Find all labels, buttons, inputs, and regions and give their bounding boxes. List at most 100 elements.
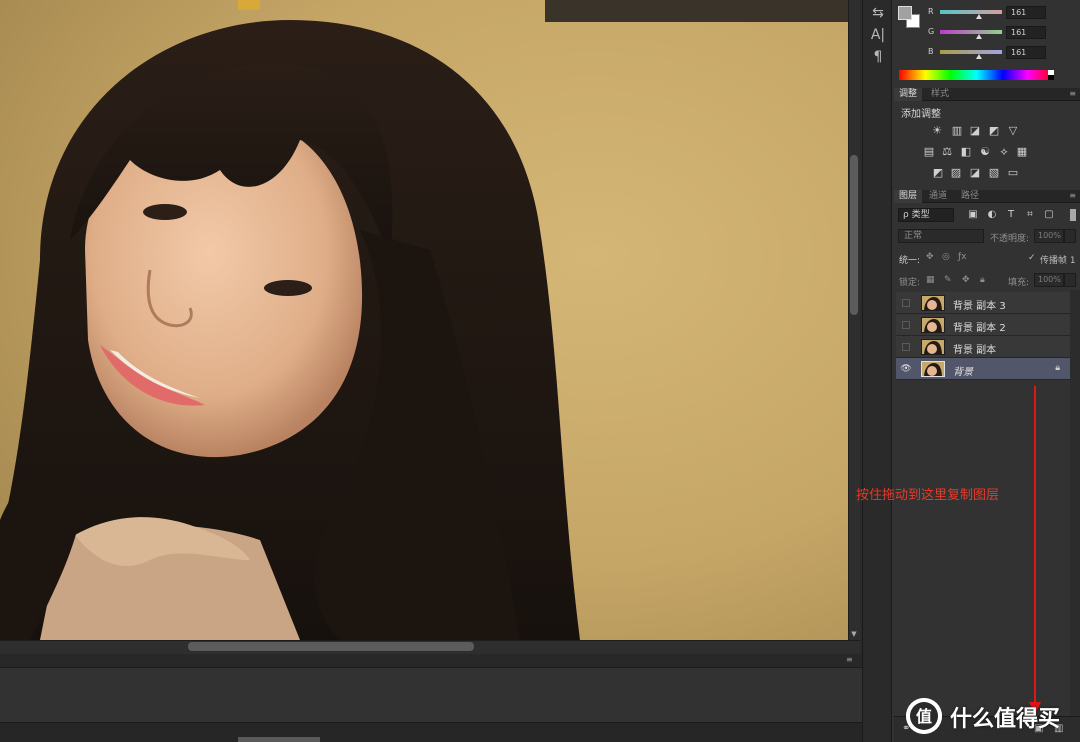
layer-thumbnail xyxy=(921,295,945,311)
tab-adjustments[interactable]: 调整 xyxy=(894,88,923,101)
visibility-toggle[interactable] xyxy=(902,299,910,307)
filter-toggle-switch[interactable] xyxy=(1070,209,1076,221)
red-value-input[interactable]: 161 xyxy=(1006,6,1046,19)
layers-scrollbar[interactable] xyxy=(1070,290,1080,720)
portrait-photo xyxy=(0,0,848,640)
layer-row[interactable]: 背景 副本 3 xyxy=(896,292,1070,314)
document-canvas[interactable] xyxy=(0,0,848,640)
fill-dropdown-icon[interactable] xyxy=(1064,273,1076,287)
channel-mixer-icon[interactable]: ⟡ xyxy=(997,145,1011,159)
adjustment-filter-icon[interactable]: ◐ xyxy=(985,208,999,222)
opacity-input[interactable]: 100% xyxy=(1034,229,1064,243)
add-adjustment-title: 添加调整 xyxy=(901,109,941,120)
channel-label: G xyxy=(928,27,935,36)
horizontal-scroll-thumb[interactable] xyxy=(188,642,474,651)
panel-dock-strip: ⇆ A| ¶ xyxy=(862,0,892,742)
black-white-icon[interactable]: ◧ xyxy=(959,145,973,159)
vertical-scroll-thumb[interactable] xyxy=(850,155,858,315)
opacity-dropdown-icon[interactable] xyxy=(1064,229,1076,243)
blue-value-input[interactable]: 161 xyxy=(1006,46,1046,59)
layers-panel-tabs: 图层 通道 路径 ≡ xyxy=(894,190,1080,203)
opacity-label: 不透明度: xyxy=(990,234,1030,244)
timeline-scroll-thumb[interactable] xyxy=(238,737,320,742)
unify-position-icon[interactable]: ✥ xyxy=(926,252,934,262)
swap-colors-icon[interactable]: ⇆ xyxy=(863,2,893,24)
blend-mode-select[interactable]: 正常 xyxy=(898,229,984,243)
timeline-footer xyxy=(0,722,862,742)
color-balance-icon[interactable]: ⚖ xyxy=(940,145,954,159)
lock-image-icon[interactable]: ✎ xyxy=(944,275,952,285)
paragraph-icon[interactable]: ¶ xyxy=(863,46,893,68)
black-white-ramp[interactable] xyxy=(1048,70,1054,80)
pixel-filter-icon[interactable]: ▣ xyxy=(966,208,980,222)
fill-input[interactable]: 100% xyxy=(1034,273,1064,287)
tab-channels[interactable]: 通道 xyxy=(924,190,952,203)
hue-saturation-icon[interactable]: ▤ xyxy=(922,145,936,159)
color-lookup-icon[interactable]: ▦ xyxy=(1015,145,1029,159)
shape-filter-icon[interactable]: ⌗ xyxy=(1023,208,1037,222)
type-filter-icon[interactable]: T xyxy=(1004,208,1018,222)
layer-name: 背景 副本 2 xyxy=(953,323,1006,334)
layer-row[interactable]: 背景 副本 2 xyxy=(896,314,1070,336)
tab-styles[interactable]: 样式 xyxy=(926,88,954,101)
propagate-frame-checkbox[interactable]: ✓ xyxy=(1028,253,1036,263)
layer-thumbnail xyxy=(921,339,945,355)
photo-filter-icon[interactable]: ☯ xyxy=(978,145,992,159)
channel-label: B xyxy=(928,47,934,56)
scroll-down-arrow-icon[interactable]: ▼ xyxy=(850,630,858,638)
layer-name: 背景 xyxy=(953,367,973,378)
watermark-logo-glyph: 值 xyxy=(916,707,932,726)
lock-transparent-icon[interactable]: ▦ xyxy=(926,275,935,285)
blue-slider[interactable] xyxy=(940,50,1002,54)
foreground-color-swatch[interactable] xyxy=(898,6,912,20)
watermark-text: 什么值得买 xyxy=(950,707,1061,732)
annotation-arrow-line xyxy=(1034,386,1036,714)
layer-thumbnail xyxy=(921,361,945,377)
watermark-logo: 值 xyxy=(906,698,942,734)
eye-icon[interactable]: 👁︎ xyxy=(900,363,912,375)
slider-knob-icon[interactable] xyxy=(976,14,982,19)
smart-object-filter-icon[interactable]: ▢ xyxy=(1042,208,1056,222)
posterize-icon[interactable]: ▨ xyxy=(949,166,963,180)
unify-style-icon[interactable]: ƒx xyxy=(958,252,967,262)
visibility-toggle[interactable] xyxy=(902,321,910,329)
layer-thumbnail xyxy=(921,317,945,333)
layer-row[interactable]: 背景 副本 xyxy=(896,336,1070,358)
selective-color-icon[interactable]: ▭ xyxy=(1006,166,1020,180)
color-channel-r: R 161 xyxy=(924,6,1080,20)
layer-row-selected[interactable]: 👁︎ 背景 🔒︎ xyxy=(896,358,1070,380)
levels-icon[interactable]: ▥ xyxy=(950,124,964,138)
slider-knob-icon[interactable] xyxy=(976,34,982,39)
visibility-toggle[interactable] xyxy=(902,343,910,351)
green-slider[interactable] xyxy=(940,30,1002,34)
lock-label: 锁定: xyxy=(899,278,921,288)
invert-icon[interactable]: ◩ xyxy=(931,166,945,180)
vertical-scrollbar[interactable] xyxy=(848,0,860,640)
character-icon[interactable]: A| xyxy=(863,24,893,46)
vibrance-icon[interactable]: ▽ xyxy=(1006,124,1020,138)
panel-menu-icon[interactable]: ≡ xyxy=(1069,191,1076,201)
lock-icon: 🔒︎ xyxy=(1055,363,1060,373)
exposure-icon[interactable]: ◩ xyxy=(987,124,1001,138)
lock-all-icon[interactable]: 🔒︎ xyxy=(980,275,985,285)
layer-name: 背景 副本 xyxy=(953,345,997,356)
curves-icon[interactable]: ◪ xyxy=(968,124,982,138)
brightness-contrast-icon[interactable]: ☀ xyxy=(930,124,944,138)
panel-menu-icon[interactable]: ≡ xyxy=(1069,89,1076,99)
green-value-input[interactable]: 161 xyxy=(1006,26,1046,39)
slider-knob-icon[interactable] xyxy=(976,54,982,59)
red-slider[interactable] xyxy=(940,10,1002,14)
tab-layers[interactable]: 图层 xyxy=(894,190,923,203)
channel-label: R xyxy=(928,7,934,16)
timeline-panel-header xyxy=(0,654,862,668)
panel-menu-icon[interactable]: ≡ xyxy=(846,655,858,665)
color-spectrum-ramp[interactable] xyxy=(899,70,1054,80)
layer-filter-dropdown[interactable]: ρ 类型 xyxy=(898,208,954,222)
unify-label: 统一: xyxy=(899,256,921,266)
unify-visibility-icon[interactable]: ◎ xyxy=(942,252,950,262)
tab-paths[interactable]: 路径 xyxy=(956,190,984,203)
lock-position-icon[interactable]: ✥ xyxy=(962,275,970,285)
threshold-icon[interactable]: ◪ xyxy=(968,166,982,180)
photoshop-window: ▼ ≡ ⇆ A| ¶ R 161 G 161 B 161 调整 样式 ≡ 添加调… xyxy=(0,0,1080,742)
gradient-map-icon[interactable]: ▧ xyxy=(987,166,1001,180)
